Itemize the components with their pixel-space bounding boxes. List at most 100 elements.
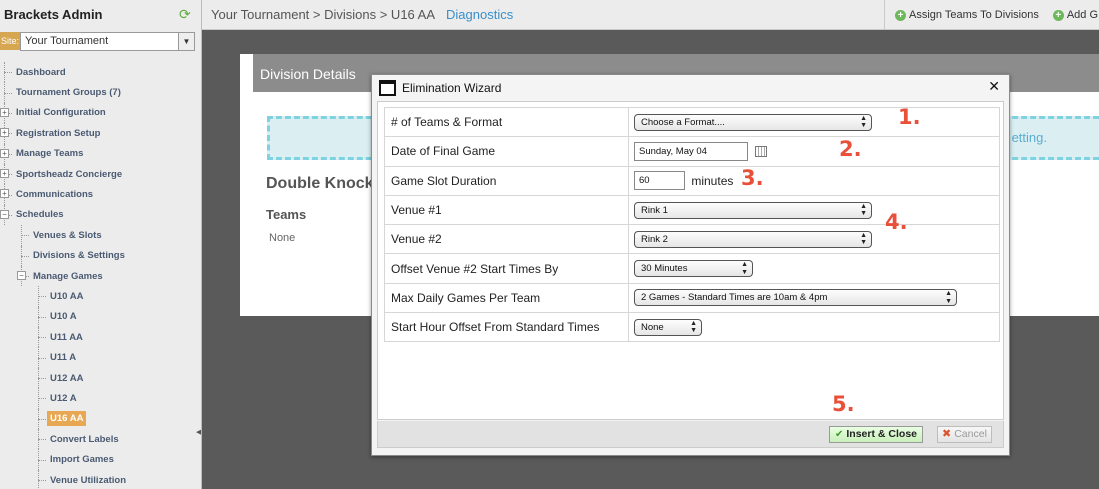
sidebar-item-tournament-groups-7[interactable]: Tournament Groups (7) — [0, 82, 196, 103]
sidebar-item-u11-a[interactable]: U11 A — [0, 347, 196, 368]
tree-guide — [38, 296, 46, 298]
sidebar-item-label: U11 A — [50, 352, 77, 364]
assign-teams-button[interactable]: + Assign Teams To Divisions — [895, 9, 1039, 21]
annotation-1: 1. — [898, 105, 921, 129]
sidebar-header: Brackets Admin ⟳ — [0, 0, 201, 28]
updown-icon: ▲ ▼ — [860, 114, 867, 130]
sidebar-item-venues-slots[interactable]: Venues & Slots — [0, 225, 196, 246]
sidebar-item-schedules[interactable]: − Schedules — [0, 204, 196, 226]
annotation-2: 2. — [839, 137, 862, 161]
tree-guide — [38, 378, 46, 380]
form-row: Game Slot Duration 60 minutes — [384, 165, 1000, 196]
sidebar-collapse-icon[interactable]: ◀ — [196, 428, 201, 448]
sidebar-item-initial-configuration[interactable]: + Initial Configuration — [0, 102, 196, 124]
sidebar-item-manage-teams[interactable]: + Manage Teams — [0, 143, 196, 164]
tree-guide — [4, 92, 12, 94]
sidebar-item-convert-labels[interactable]: Convert Labels — [0, 429, 196, 450]
site-selector-row: Site: Your Tournament ▼ — [0, 31, 201, 51]
slot-duration-input[interactable]: 60 — [634, 171, 685, 191]
form-row: Offset Venue #2 Start Times By 30 Minute… — [384, 253, 1000, 284]
minutes-label: minutes — [691, 173, 734, 188]
sidebar-item-label: U12 A — [50, 392, 77, 404]
collapse-icon[interactable]: − — [17, 270, 26, 280]
wizard-form: # of Teams & Format Choose a Format.... … — [384, 106, 1000, 343]
sidebar-item-label: Convert Labels — [50, 433, 119, 445]
venue1-select[interactable]: Rink 1 ▲ ▼ — [634, 201, 872, 219]
sidebar-item-u16-aa[interactable]: U16 AA — [0, 408, 196, 430]
plus-icon: + — [895, 9, 906, 21]
offset-venue2-value: 30 Minutes — [641, 263, 688, 275]
start-hour-offset-label: Start Hour Offset From Standard Times — [384, 312, 629, 343]
venue2-value: Rink 2 — [641, 233, 668, 245]
updown-icon: ▲ ▼ — [945, 290, 952, 305]
sidebar-item-venue-utilization[interactable]: Venue Utilization — [0, 469, 196, 489]
sidebar-item-divisions-settings[interactable]: Divisions & Settings — [0, 245, 196, 266]
sidebar-item-label: Manage Teams — [16, 148, 84, 160]
expand-icon[interactable]: + — [0, 189, 9, 199]
offset-venue2-select[interactable]: 30 Minutes ▲ ▼ — [634, 260, 753, 278]
sidebar-item-label: Divisions & Settings — [33, 250, 125, 262]
calendar-icon[interactable] — [755, 145, 768, 157]
drop-zone-text: etting. — [1011, 130, 1047, 145]
sidebar-item-label: Schedules — [16, 209, 64, 221]
sidebar-item-sportsheadz-concierge[interactable]: + Sportsheadz Concierge — [0, 163, 196, 185]
sidebar-item-u10-aa[interactable]: U10 AA — [0, 286, 196, 307]
expand-icon[interactable]: + — [0, 168, 9, 178]
annotation-3: 3. — [741, 166, 764, 190]
tree-guide — [38, 459, 46, 461]
refresh-icon[interactable]: ⟳ — [179, 7, 193, 21]
sidebar-item-label: Tournament Groups (7) — [16, 87, 121, 99]
breadcrumb: Your Tournament > Divisions > U16 AA — [211, 7, 436, 22]
sidebar-item-label: Venue Utilization — [50, 474, 127, 486]
close-icon[interactable]: ✕ — [988, 78, 1000, 95]
insert-close-button[interactable]: ✔ Insert & Close — [829, 426, 923, 443]
sidebar-item-communications[interactable]: + Communications — [0, 184, 196, 205]
final-date-input[interactable]: Sunday, May 04 — [634, 141, 748, 161]
form-row: Date of Final Game Sunday, May 04 — [384, 136, 1000, 167]
cancel-button[interactable]: ✖ Cancel — [937, 426, 992, 443]
sidebar-item-registration-setup[interactable]: + Registration Setup — [0, 123, 196, 144]
teams-format-label: # of Teams & Format — [384, 106, 629, 138]
tree-guide — [38, 480, 46, 481]
start-hour-offset-select[interactable]: None ▲ ▼ — [634, 318, 702, 336]
max-daily-value: 2 Games - Standard Times are 10am & 4pm — [641, 292, 828, 304]
sidebar-item-label: U11 AA — [50, 331, 83, 343]
venue2-select[interactable]: Rink 2 ▲ ▼ — [634, 230, 872, 248]
collapse-icon[interactable]: − — [0, 209, 9, 219]
diagnostics-link[interactable]: Diagnostics — [446, 7, 513, 22]
tree-guide — [38, 398, 46, 400]
sidebar-item-u12-aa[interactable]: U12 AA — [0, 367, 196, 389]
sidebar-item-u11-aa[interactable]: U11 AA — [0, 327, 196, 348]
expand-icon[interactable]: + — [0, 107, 9, 117]
sidebar-item-u12-a[interactable]: U12 A — [0, 388, 196, 409]
add-label: Add G — [1066, 9, 1099, 21]
check-icon: ✔ — [835, 429, 844, 440]
sidebar-item-label: U12 AA — [50, 372, 84, 384]
slot-duration-label: Game Slot Duration — [384, 165, 629, 196]
sidebar-item-label: Sportsheadz Concierge — [16, 168, 123, 180]
sidebar-item-label: Dashboard — [16, 66, 66, 78]
sidebar-item-dashboard[interactable]: Dashboard — [0, 62, 196, 83]
max-daily-label: Max Daily Games Per Team — [384, 282, 629, 314]
cancel-label: Cancel — [954, 428, 987, 440]
tree-guide — [38, 316, 46, 318]
tree-guide — [21, 235, 29, 237]
site-label: Site: — [0, 32, 21, 50]
dialog-body: # of Teams & Format Choose a Format.... … — [377, 101, 1004, 420]
venue1-label: Venue #1 — [384, 194, 629, 226]
site-select[interactable]: Your Tournament ▼ — [20, 31, 196, 51]
max-daily-select[interactable]: 2 Games - Standard Times are 10am & 4pm … — [634, 289, 957, 307]
expand-icon[interactable]: + — [0, 128, 9, 138]
sidebar-item-label: Import Games — [50, 454, 114, 466]
add-button[interactable]: + Add G — [1052, 9, 1099, 21]
expand-icon[interactable]: + — [0, 148, 9, 158]
window-icon — [379, 79, 396, 96]
tree-guide — [4, 72, 12, 74]
sidebar-item-u10-a[interactable]: U10 A — [0, 306, 196, 328]
teams-format-select[interactable]: Choose a Format.... ▲ ▼ — [634, 113, 872, 131]
tree-guide — [38, 439, 46, 441]
form-row: Max Daily Games Per Team 2 Games - Stand… — [384, 282, 1000, 314]
sidebar-item-manage-games[interactable]: − Manage Games — [0, 265, 196, 287]
assign-teams-label: Assign Teams To Divisions — [909, 9, 1039, 21]
sidebar-item-import-games[interactable]: Import Games — [0, 449, 196, 470]
